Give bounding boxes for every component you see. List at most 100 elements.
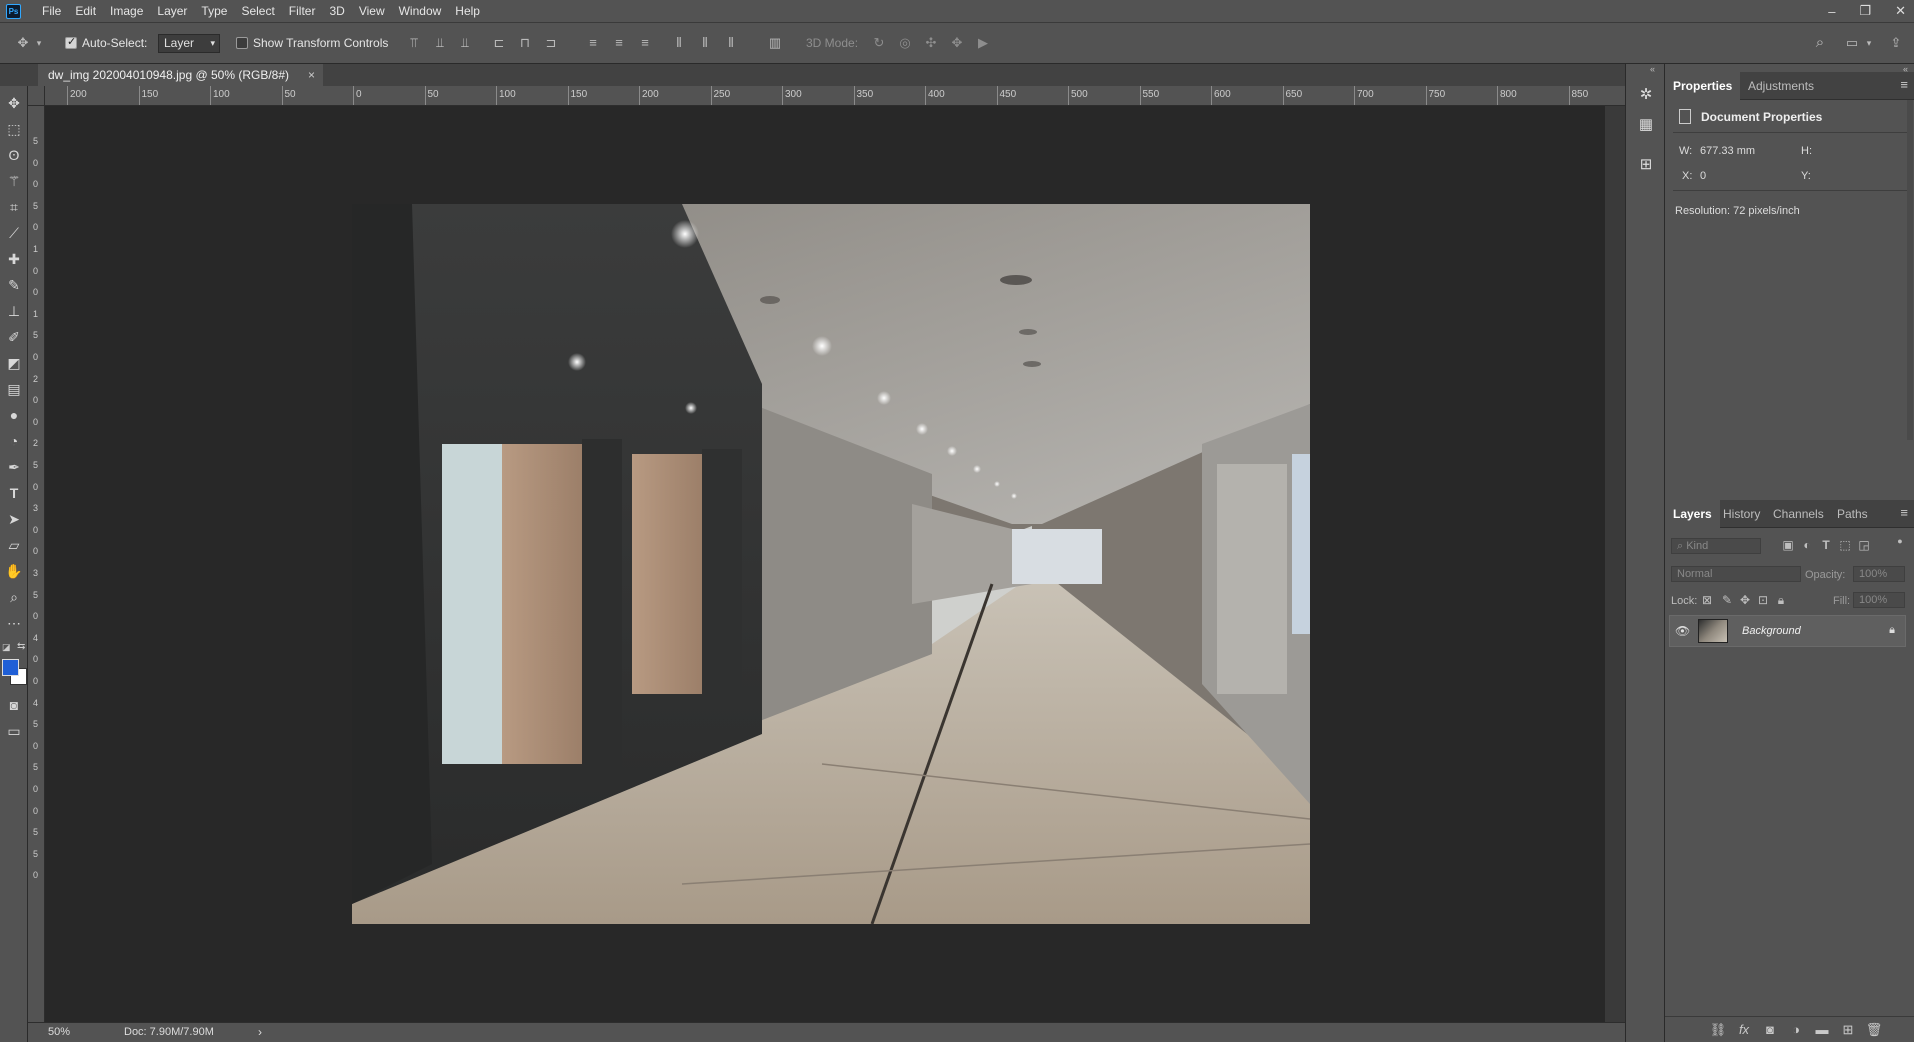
3d-orbit-icon[interactable]: ↻ — [870, 35, 888, 51]
search-icon[interactable]: ⌕ — [1811, 35, 1829, 51]
3d-slide-icon[interactable]: ✥ — [948, 35, 966, 51]
blend-mode-dropdown[interactable]: Normal — [1671, 566, 1801, 582]
status-menu-arrow[interactable]: › — [258, 1025, 262, 1039]
clone-source-icon[interactable]: ⊞ — [1637, 156, 1655, 174]
width-value[interactable]: 677.33 mm — [1700, 145, 1755, 157]
new-adjustment-icon[interactable]: ◑ — [1787, 1022, 1805, 1037]
workspace-icon[interactable]: ▭ — [1843, 35, 1861, 51]
tab-paths[interactable]: Paths — [1829, 500, 1876, 528]
close-window-button[interactable]: ✕ — [1895, 3, 1906, 19]
minimize-button[interactable]: – — [1828, 4, 1835, 19]
distribute-top-icon[interactable]: ≡ — [584, 35, 602, 51]
auto-select-target-dropdown[interactable]: Layer ▾ — [158, 34, 220, 53]
add-mask-icon[interactable]: ◙ — [1761, 1022, 1779, 1037]
menu-image[interactable]: Image — [103, 0, 150, 22]
menu-file[interactable]: File — [35, 0, 68, 22]
vertical-scrollbar[interactable] — [1605, 106, 1625, 1022]
tab-properties[interactable]: Properties — [1665, 72, 1741, 100]
vertical-ruler[interactable]: 5 0 0 5 0 1 0 0 1 5 0 2 0 0 2 5 0 3 0 0 3 5 0 4 0 0 4 5 0 5 0 0 5 5 0 — [28, 106, 45, 1022]
filter-type-icon[interactable]: T — [1818, 538, 1834, 552]
eye-icon[interactable]: 👁︎ — [1675, 624, 1690, 638]
distribute-vcenter-icon[interactable]: ≡ — [610, 35, 628, 51]
opacity-field[interactable]: 100% — [1853, 566, 1905, 582]
share-icon[interactable]: ⇪ — [1887, 35, 1905, 51]
properties-scrollbar[interactable] — [1907, 100, 1913, 440]
lock-all-icon[interactable]: 🔒︎ — [1773, 593, 1789, 608]
tab-layers[interactable]: Layers — [1665, 500, 1720, 528]
brush-icon[interactable]: ✎ — [5, 276, 23, 294]
lock-artboard-icon[interactable]: ⊡ — [1755, 593, 1771, 607]
align-right-icon[interactable]: ⊐ — [542, 35, 560, 51]
swap-colors-icon[interactable]: ⇆ — [17, 641, 25, 652]
lock-image-icon[interactable]: ✎ — [1719, 593, 1735, 607]
foreground-color-swatch[interactable] — [2, 659, 19, 676]
filter-adjustment-icon[interactable]: ◐ — [1799, 538, 1815, 552]
collapse-dock-icon[interactable]: « — [1650, 64, 1655, 74]
path-select-icon[interactable]: ➤ — [5, 510, 23, 528]
filter-smart-object-icon[interactable]: ◲ — [1856, 538, 1872, 552]
magic-wand-icon[interactable]: ⚚ — [5, 172, 23, 190]
menu-type[interactable]: Type — [194, 0, 234, 22]
link-layers-icon[interactable]: ⛓ — [1709, 1022, 1727, 1038]
chevron-down-icon[interactable]: ▾ — [34, 35, 44, 51]
align-vcenter-icon[interactable]: ⫫ — [431, 35, 449, 51]
layer-name[interactable]: Background — [1742, 625, 1801, 637]
menu-layer[interactable]: Layer — [150, 0, 194, 22]
move-tool-preset-icon[interactable]: ✥ — [14, 35, 32, 51]
eraser-icon[interactable]: ◩ — [5, 354, 23, 372]
3d-camera-icon[interactable]: ▶ — [974, 35, 992, 51]
tab-adjustments[interactable]: Adjustments — [1740, 72, 1822, 100]
menu-filter[interactable]: Filter — [282, 0, 323, 22]
3d-roll-icon[interactable]: ◎ — [896, 35, 914, 51]
zoom-level[interactable]: 50% — [48, 1026, 70, 1038]
more-tools-icon[interactable]: ⋯ — [5, 614, 23, 632]
layer-filter-field[interactable]: ⌕ Kind — [1671, 538, 1761, 554]
menu-select[interactable]: Select — [234, 0, 281, 22]
lock-transparent-icon[interactable]: ⊠ — [1699, 593, 1715, 607]
blur-icon[interactable]: ● — [5, 406, 23, 424]
marquee-icon[interactable]: ⬚ — [5, 120, 23, 138]
close-tab-icon[interactable]: × — [308, 64, 315, 86]
menu-help[interactable]: Help — [448, 0, 487, 22]
delete-layer-icon[interactable]: 🗑︎ — [1865, 1022, 1883, 1038]
distribute-bottom-icon[interactable]: ≡ — [636, 35, 654, 51]
crop-icon[interactable]: ⌗ — [5, 198, 23, 216]
restore-button[interactable]: ❐ — [1859, 3, 1871, 19]
3d-pan-icon[interactable]: ✣ — [922, 35, 940, 51]
filter-pixel-icon[interactable]: ▣ — [1780, 538, 1796, 552]
history-brush-icon[interactable]: ✐ — [5, 328, 23, 346]
new-layer-icon[interactable]: ⊞ — [1839, 1022, 1857, 1038]
adjust-icon[interactable]: ✲ — [1637, 86, 1655, 104]
layer-lock-icon[interactable]: 🔒︎ — [1889, 624, 1895, 637]
quick-mask-icon[interactable]: ◙ — [5, 696, 23, 714]
dodge-icon[interactable]: ◔ — [5, 432, 23, 450]
eyedropper-icon[interactable]: ⟋ — [5, 224, 23, 242]
document-tab[interactable]: dw_img 202004010948.jpg @ 50% (RGB/8#) × — [38, 64, 323, 86]
panel-menu-icon[interactable]: ≡ — [1900, 77, 1908, 92]
pen-icon[interactable]: ✒ — [5, 458, 23, 476]
distribute-right-icon[interactable]: ⦀ — [722, 35, 740, 51]
auto-align-icon[interactable]: ▥ — [766, 35, 784, 51]
menu-3d[interactable]: 3D — [322, 0, 351, 22]
ruler-origin[interactable] — [28, 86, 45, 106]
type-icon[interactable]: T — [5, 484, 23, 502]
workspace-chevron-icon[interactable]: ▾ — [1864, 35, 1874, 51]
align-hcenter-icon[interactable]: ⊓ — [516, 35, 534, 51]
fill-field[interactable]: 100% — [1853, 592, 1905, 608]
lasso-icon[interactable]: ʘ — [5, 146, 23, 164]
x-value[interactable]: 0 — [1700, 170, 1706, 182]
align-left-icon[interactable]: ⊏ — [490, 35, 508, 51]
auto-select-checkbox[interactable] — [65, 35, 77, 49]
distribute-left-icon[interactable]: ⦀ — [670, 35, 688, 51]
menu-edit[interactable]: Edit — [68, 0, 103, 22]
layer-style-icon[interactable]: fx — [1735, 1022, 1753, 1037]
tab-history[interactable]: History — [1715, 500, 1768, 528]
new-group-icon[interactable]: ▬ — [1813, 1022, 1831, 1037]
document-image[interactable] — [352, 204, 1310, 924]
gradient-icon[interactable]: ▤ — [5, 380, 23, 398]
filter-toggle-icon[interactable]: ● — [1892, 536, 1908, 546]
zoom-icon[interactable]: ⌕ — [5, 588, 23, 606]
align-bottom-icon[interactable]: ⫫ — [456, 35, 474, 51]
move-icon[interactable]: ✥ — [5, 94, 23, 112]
show-transform-checkbox[interactable] — [236, 37, 248, 49]
